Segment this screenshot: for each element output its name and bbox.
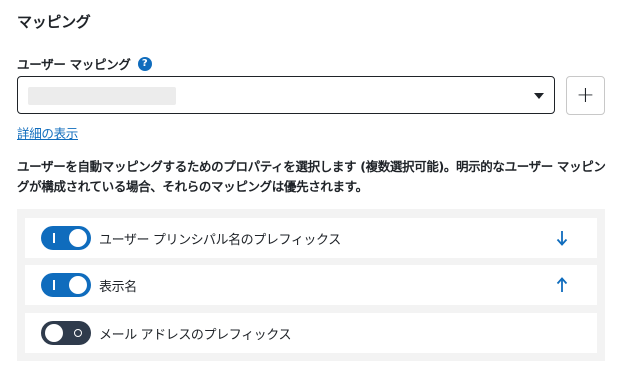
toggle-user-principal-name-prefix[interactable]	[41, 226, 91, 250]
list-item-user-principal-name-prefix[interactable]: ユーザー プリンシパル名のプレフィックス	[25, 218, 597, 258]
user-mapping-label: ユーザー マッピング ?	[17, 54, 152, 73]
add-mapping-button[interactable]: +	[566, 76, 605, 115]
section-title: マッピング	[17, 13, 91, 31]
toggle-on-mark	[53, 280, 55, 290]
down-arrow-icon[interactable]	[555, 229, 569, 247]
mapping-page: マッピング ユーザー マッピング ? + 詳細の表示 ユーザーを自動マッピングす…	[0, 0, 627, 373]
toggle-off-mark	[74, 329, 82, 337]
list-item-label: ユーザー プリンシパル名のプレフィックス	[99, 232, 341, 248]
list-item-label: メール アドレスのプレフィックス	[99, 327, 292, 343]
toggle-on-mark	[53, 233, 55, 243]
down-arrow-icon-svg	[556, 231, 568, 246]
description-text: ユーザーを自動マッピングするためのプロパティを選択します (複数選択可能)。明示…	[17, 159, 606, 194]
list-item-email-prefix[interactable]: メール アドレスのプレフィックス	[25, 313, 597, 353]
caret-down-icon	[534, 93, 544, 99]
toggle-knob	[45, 324, 63, 342]
user-mapping-select[interactable]	[17, 76, 555, 114]
user-mapping-select-value	[28, 87, 176, 105]
toggle-knob	[69, 276, 87, 294]
help-icon[interactable]: ?	[137, 56, 152, 71]
mapping-property-list: ユーザー プリンシパル名のプレフィックス 表示名 メール アドレスのプレフィック…	[17, 209, 605, 361]
list-item-display-name[interactable]: 表示名	[25, 265, 597, 305]
toggle-knob	[69, 229, 87, 247]
up-arrow-icon[interactable]	[555, 276, 569, 294]
list-item-label: 表示名	[99, 279, 137, 295]
show-details-link[interactable]: 詳細の表示	[17, 123, 78, 142]
user-mapping-label-text: ユーザー マッピング	[17, 57, 131, 72]
up-arrow-icon-svg	[556, 277, 568, 292]
toggle-display-name[interactable]	[41, 273, 91, 297]
toggle-email-prefix[interactable]	[41, 321, 91, 345]
